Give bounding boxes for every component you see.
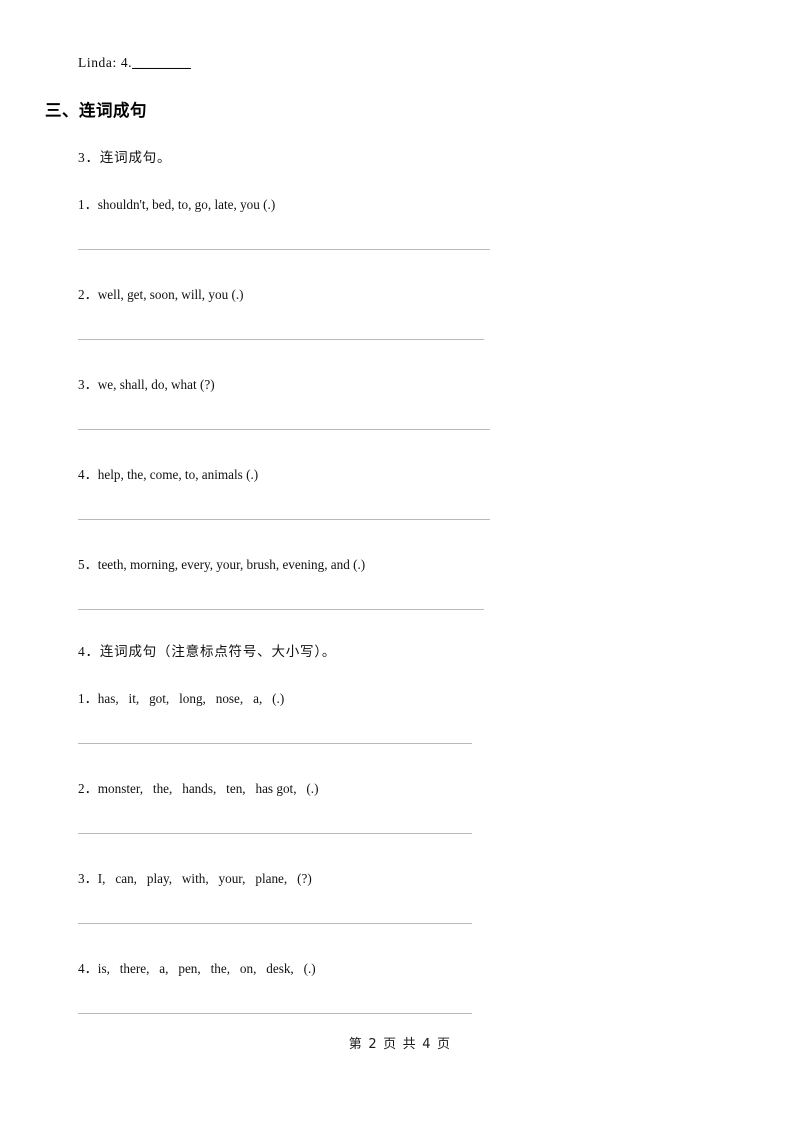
answer-rule-4-1 (78, 743, 472, 744)
answer-rule-3-1 (78, 249, 490, 250)
carry-over-line: Linda: 4.________ (78, 55, 191, 71)
question-item-4-4: 4．is, there, a, pen, the, on, desk, (.) (78, 961, 316, 976)
answer-rule-4-2 (78, 833, 472, 834)
page-footer: 第 2 页 共 4 页 (348, 1037, 452, 1052)
section-title: 连词成句 (79, 101, 147, 120)
question-item-3-5: 5．teeth, morning, every, your, brush, ev… (78, 557, 366, 572)
answer-rule-3-5 (78, 609, 484, 610)
question-item-3-2: 2．well, get, soon, will, you (.) (78, 287, 244, 302)
carry-over-blank: ________ (132, 55, 191, 70)
question-group-title-4: 4．连词成句（注意标点符号、大小写）。 (78, 644, 337, 659)
answer-rule-4-4 (78, 1013, 472, 1014)
question-item-3-1: 1．shouldn't, bed, to, go, late, you (.) (78, 197, 276, 212)
carry-over-label: Linda: 4. (78, 55, 133, 70)
question-item-4-3: 3．I, can, play, with, your, plane, (?) (78, 871, 312, 886)
question-item-4-1: 1．has, it, got, long, nose, a, (.) (78, 691, 285, 706)
section-number: 三、 (45, 101, 79, 120)
answer-rule-3-3 (78, 429, 490, 430)
answer-rule-3-4 (78, 519, 490, 520)
question-item-3-3: 3．we, shall, do, what (?) (78, 377, 215, 392)
question-item-4-2: 2．monster, the, hands, ten, has got, (.) (78, 781, 319, 796)
document-page: Linda: 4.________ 三、连词成句 3．连词成句。 1．shoul… (0, 0, 800, 1132)
question-group-title-3: 3．连词成句。 (78, 150, 172, 165)
answer-rule-3-2 (78, 339, 484, 340)
answer-rule-4-3 (78, 923, 472, 924)
question-item-3-4: 4．help, the, come, to, animals (.) (78, 467, 259, 482)
section-heading: 三、连词成句 (45, 97, 147, 121)
